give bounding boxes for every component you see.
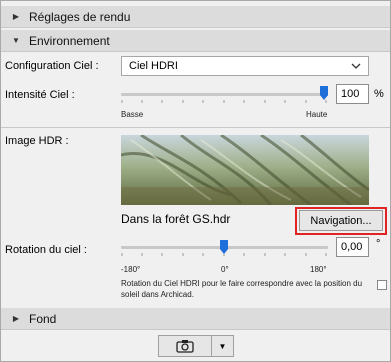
sky-config-value: Ciel HDRI	[129, 60, 178, 72]
section-title: Réglages de rendu	[29, 9, 131, 24]
section-background[interactable]: ▶ Fond	[1, 308, 390, 330]
triangle-right-icon: ▶	[12, 12, 20, 21]
sky-intensity-ticks	[121, 100, 327, 103]
sky-rotation-help-text: Rotation du Ciel HDRI pour le faire corr…	[121, 279, 363, 299]
sky-intensity-track[interactable]	[121, 93, 328, 96]
render-camera-button[interactable]: ▼	[158, 335, 234, 357]
sky-rotation-ticks	[121, 253, 327, 256]
resize-corner[interactable]	[377, 280, 387, 290]
sky-config-select[interactable]: Ciel HDRI	[121, 56, 369, 76]
sky-intensity-input[interactable]: 100	[336, 84, 369, 104]
sky-rotation-tick-mid: 0°	[221, 265, 229, 274]
triangle-right-icon: ▶	[12, 314, 20, 323]
sky-rotation-tick-min: -180°	[121, 265, 141, 274]
hdr-filename: Dans la forêt GS.hdr	[121, 212, 231, 226]
sky-intensity-min-label: Basse	[121, 110, 144, 119]
section-title: Environnement	[29, 33, 110, 48]
sky-intensity-label: Intensité Ciel :	[5, 89, 75, 101]
sky-rotation-value: 0,00	[341, 241, 363, 253]
dropdown-arrow-icon[interactable]: ▼	[212, 342, 233, 351]
sky-rotation-input[interactable]: 0,00	[336, 237, 369, 257]
camera-icon[interactable]	[159, 339, 211, 353]
triangle-down-icon: ▼	[12, 36, 20, 45]
sky-config-label: Configuration Ciel :	[5, 60, 99, 72]
hdr-preview-image[interactable]	[121, 135, 369, 205]
sky-intensity-unit: %	[374, 88, 384, 100]
hdr-image-label: Image HDR :	[5, 135, 69, 147]
divider	[1, 127, 390, 128]
navigation-button[interactable]: Navigation...	[299, 210, 383, 231]
chevron-down-icon	[351, 63, 361, 69]
sky-rotation-label: Rotation du ciel :	[5, 244, 87, 256]
forest-panorama-image	[121, 135, 369, 205]
sky-rotation-tick-max: 180°	[310, 265, 327, 274]
sky-intensity-value: 100	[341, 88, 360, 100]
sky-rotation-unit: °	[376, 238, 381, 250]
section-render-settings[interactable]: ▶ Réglages de rendu	[1, 6, 390, 28]
section-environment[interactable]: ▼ Environnement	[1, 30, 390, 52]
sky-intensity-max-label: Haute	[306, 110, 328, 119]
section-title: Fond	[29, 311, 57, 326]
